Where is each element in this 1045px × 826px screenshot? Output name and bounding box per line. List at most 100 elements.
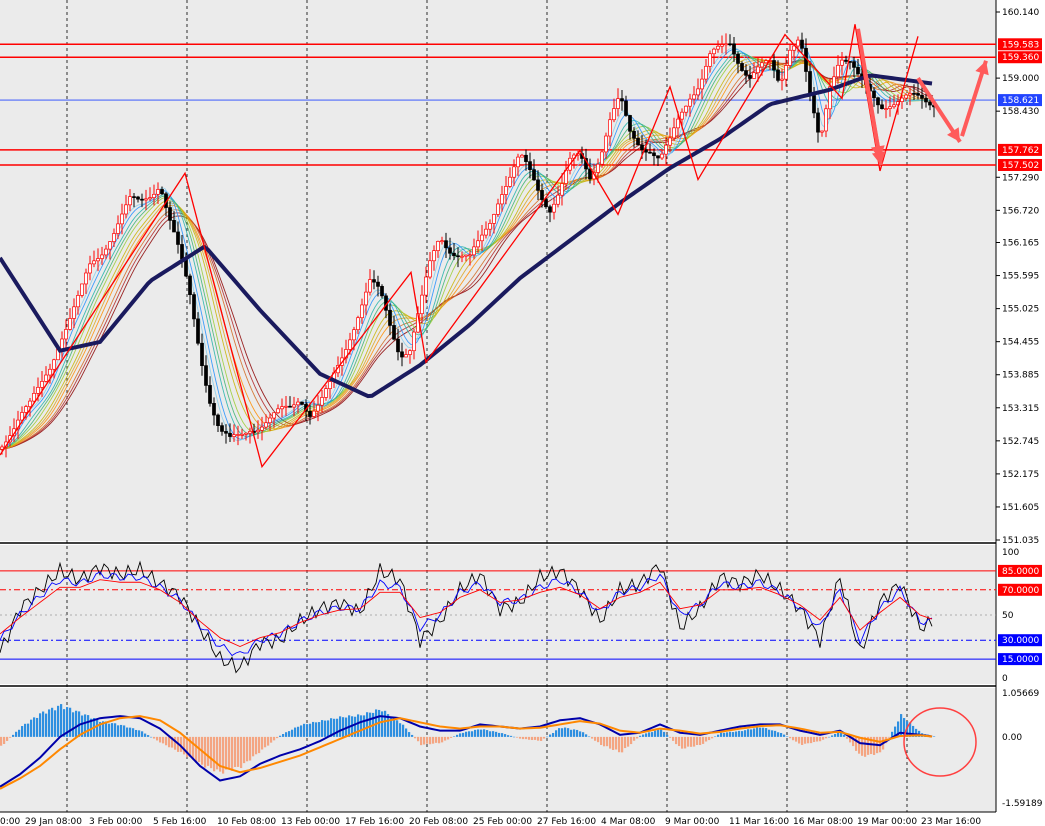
candle-body (352, 329, 356, 341)
candle-body (256, 429, 260, 433)
candle-body (24, 406, 28, 413)
histogram-bar (246, 736, 249, 762)
candle-body (176, 231, 180, 245)
candle-body (856, 67, 860, 75)
candle-body (80, 283, 84, 296)
histogram-bar (15, 731, 18, 737)
histogram-bar (726, 732, 729, 737)
candle-body (184, 258, 188, 277)
histogram-bar (774, 730, 777, 737)
chart[interactable]: 160.140 159.000 158.430 157.290 156.720 156.1… (0, 0, 1045, 826)
histogram-bar (642, 734, 645, 737)
candle-body (520, 154, 524, 158)
candle-body (704, 65, 708, 80)
histogram-bar (450, 736, 453, 738)
candle-body (168, 207, 172, 221)
candle-body (0, 446, 4, 450)
histogram-bar (342, 717, 345, 737)
histogram-bar (462, 732, 465, 737)
x-tick-label: 25 Feb 00:00 (473, 817, 532, 826)
histogram-bar (711, 736, 714, 739)
x-tick-label: 5 Feb 16:00 (153, 817, 207, 826)
stochastic-level-label: 85.0000 (1002, 567, 1039, 577)
candle-body (460, 255, 464, 258)
histogram-bar (297, 726, 300, 737)
candle-body (372, 279, 376, 283)
candle-body (824, 108, 828, 132)
histogram-bar (633, 736, 636, 741)
histogram-bar (615, 736, 618, 750)
candle-body (328, 381, 332, 389)
histogram-bar (147, 735, 150, 737)
histogram-bar (96, 718, 99, 737)
candle-body (228, 432, 232, 437)
histogram-bar (75, 710, 78, 737)
candle-body (876, 97, 880, 106)
histogram-bar (738, 730, 741, 737)
histogram-bar (159, 736, 162, 743)
histogram-bar (453, 736, 456, 737)
histogram-bar (552, 732, 555, 737)
candle-body (136, 196, 140, 200)
candle-body (280, 406, 284, 410)
histogram-bar (36, 717, 39, 737)
histogram-bar (702, 736, 705, 744)
histogram-bar (786, 736, 789, 738)
candle-body (764, 60, 768, 64)
histogram-bar (126, 727, 129, 737)
candle-body (216, 414, 220, 426)
histogram-bar (123, 725, 126, 737)
histogram-bar (483, 729, 486, 737)
candle-body (664, 144, 668, 155)
histogram-bar (153, 736, 156, 739)
candle-body (808, 71, 812, 96)
histogram-bar (693, 736, 696, 747)
histogram-bar (9, 736, 12, 738)
candle-body (296, 401, 300, 406)
candle-body (60, 338, 64, 350)
oscillator-panel[interactable] (0, 688, 996, 812)
candle-body (260, 426, 264, 431)
histogram-bar (489, 731, 492, 737)
candle-body (536, 179, 540, 191)
candle-body (508, 176, 512, 187)
histogram-bar (618, 736, 621, 753)
stochastic-panel[interactable] (0, 545, 996, 684)
histogram-bar (672, 736, 675, 741)
histogram-bar (357, 714, 360, 737)
histogram-bar (279, 735, 282, 737)
histogram-bar (270, 736, 273, 743)
histogram-bar (381, 711, 384, 737)
histogram-bar (363, 715, 366, 737)
candle-body (464, 254, 468, 257)
histogram-bar (558, 728, 561, 737)
histogram-bar (48, 709, 51, 737)
histogram-bar (621, 736, 624, 753)
candle-body (472, 246, 476, 256)
y-tick-label: 100 (1002, 548, 1019, 558)
candle-body (468, 254, 472, 257)
histogram-bar (168, 736, 171, 748)
histogram-bar (174, 736, 177, 750)
candle-body (608, 119, 612, 137)
candle-body (660, 153, 664, 159)
price-panel[interactable] (0, 0, 996, 541)
candle-body (452, 252, 456, 257)
histogram-bar (195, 736, 198, 763)
histogram-bar (858, 736, 861, 754)
histogram-bar (237, 736, 240, 767)
x-tick-label: 27 Feb 16:00 (537, 817, 596, 826)
histogram-bar (162, 736, 165, 744)
histogram-bar (27, 723, 30, 737)
histogram-bar (657, 729, 660, 737)
candle-body (852, 61, 856, 68)
histogram-bar (465, 731, 468, 737)
histogram-bar (318, 722, 321, 737)
candle-body (744, 70, 748, 76)
candle-body (312, 410, 316, 417)
histogram-bar (639, 735, 642, 737)
histogram-bar (708, 736, 711, 741)
histogram-bar (762, 727, 765, 737)
candle-body (604, 135, 608, 153)
histogram-bar (744, 730, 747, 737)
